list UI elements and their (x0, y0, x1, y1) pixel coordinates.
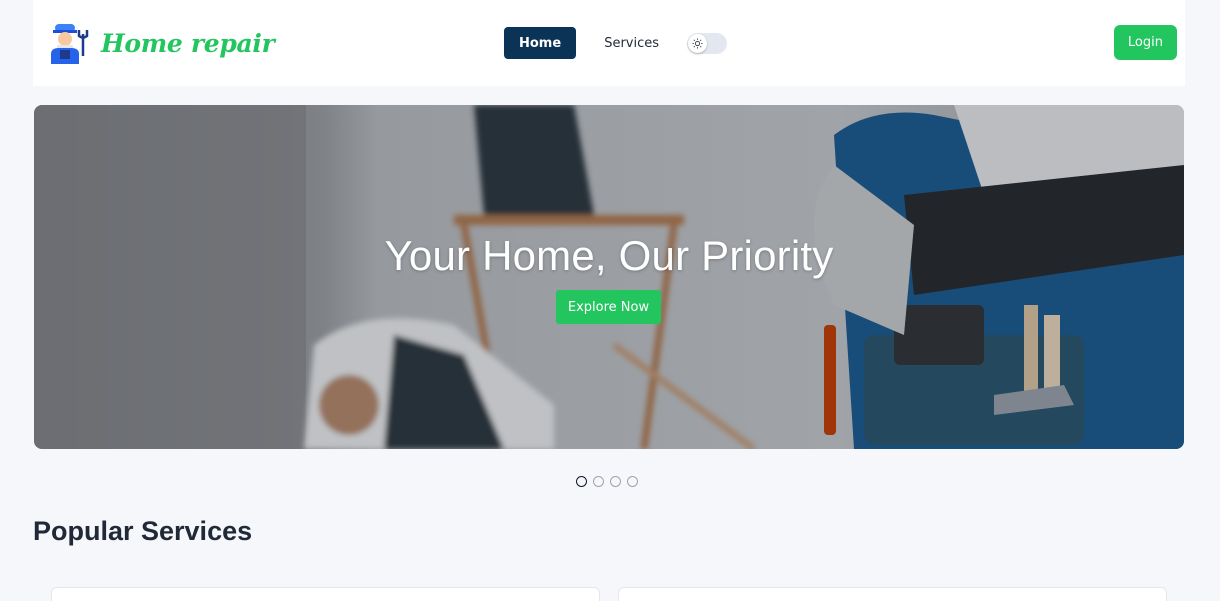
theme-toggle[interactable] (687, 32, 728, 54)
carousel-dot-3[interactable] (610, 476, 621, 487)
main-nav: Home Services (504, 27, 728, 59)
sun-icon (688, 33, 708, 53)
hero-carousel: Your Home, Our Priority Explore Now (34, 105, 1184, 449)
brand[interactable]: Home repair (47, 20, 275, 66)
service-card[interactable] (618, 587, 1167, 601)
nav-home-link[interactable]: Home (504, 27, 577, 59)
carousel-dot-4[interactable] (627, 476, 638, 487)
hero-title: Your Home, Our Priority (384, 232, 834, 279)
carousel-dot-2[interactable] (593, 476, 604, 487)
brand-name: Home repair (101, 28, 275, 58)
login-button[interactable]: Login (1113, 25, 1177, 60)
nav-services-link[interactable]: Services (590, 27, 673, 59)
navbar: Home repair Home Services Login (33, 0, 1185, 86)
explore-now-button[interactable]: Explore Now (556, 290, 661, 324)
popular-services-title: Popular Services (33, 516, 253, 546)
carousel-indicators (576, 476, 638, 487)
carousel-dot-1[interactable] (576, 476, 587, 487)
service-card[interactable] (51, 587, 600, 601)
repairman-icon (51, 24, 89, 64)
